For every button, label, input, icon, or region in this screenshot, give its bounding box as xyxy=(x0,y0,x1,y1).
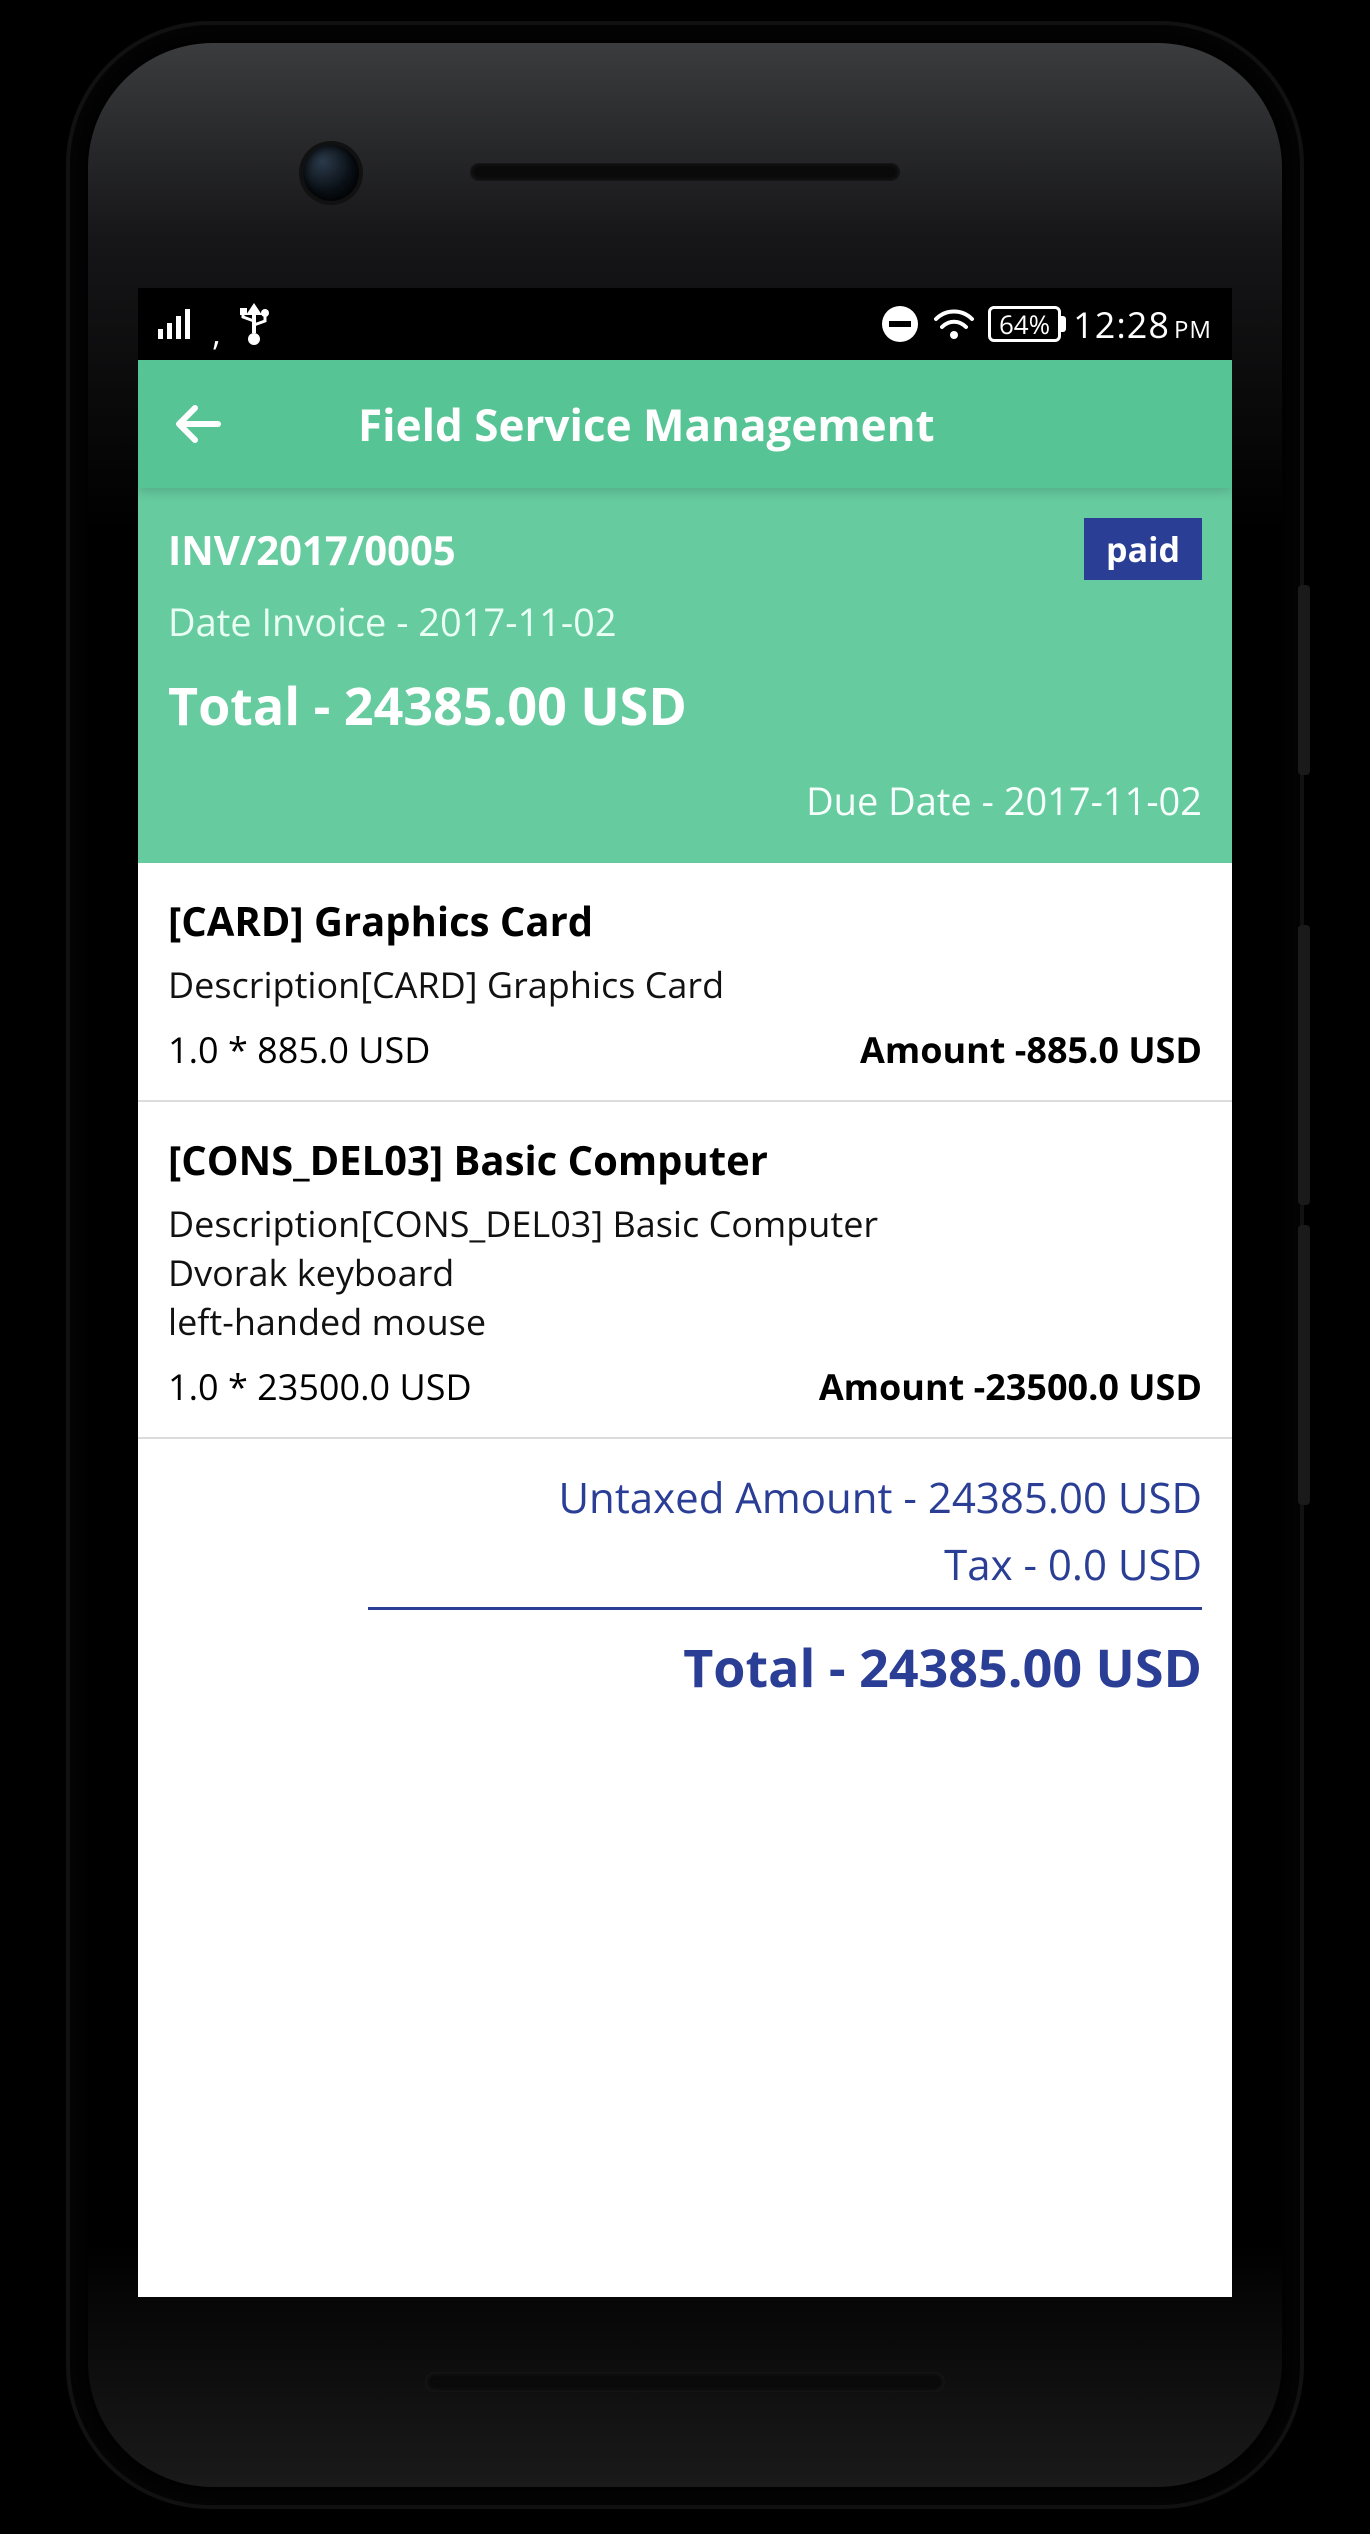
line-item: [CARD] Graphics Card Description[CARD] G… xyxy=(138,863,1232,1102)
item-description: Description[CARD] Graphics Card xyxy=(168,960,1202,1009)
bottom-speaker xyxy=(425,2372,945,2392)
volume-up-button xyxy=(1298,925,1310,1205)
battery-percent: 64% xyxy=(999,311,1050,337)
untaxed-amount: Untaxed Amount - 24385.00 USD xyxy=(168,1469,1202,1526)
clock-ampm: PM xyxy=(1174,313,1212,346)
tax-amount: Tax - 0.0 USD xyxy=(168,1536,1202,1593)
app-bar: Field Service Management xyxy=(138,360,1232,488)
invoice-date: Date Invoice - 2017-11-02 xyxy=(168,596,1202,648)
volume-down-button xyxy=(1298,1225,1310,1505)
clock-time: 12:28 xyxy=(1073,300,1170,349)
power-button xyxy=(1298,585,1310,775)
clock: 12:28PM xyxy=(1073,300,1212,349)
screen: , 64% 12:28PM xyxy=(138,288,1232,2297)
invoice-due-date: Due Date - 2017-11-02 xyxy=(168,775,1202,827)
earpiece-speaker xyxy=(470,163,900,181)
totals-divider xyxy=(368,1607,1202,1610)
item-amount: Amount -23500.0 USD xyxy=(819,1362,1202,1411)
status-badge: paid xyxy=(1084,518,1202,580)
item-name: [CARD] Graphics Card xyxy=(168,893,1202,948)
item-name: [CONS_DEL03] Basic Computer xyxy=(168,1132,1202,1187)
do-not-disturb-icon xyxy=(880,304,920,344)
battery-indicator: 64% xyxy=(988,306,1061,342)
invoice-number: INV/2017/0005 xyxy=(168,522,456,577)
signal-icon xyxy=(158,309,194,339)
item-amount: Amount -885.0 USD xyxy=(860,1025,1202,1074)
front-camera xyxy=(303,145,359,201)
wifi-icon xyxy=(932,307,976,341)
app-title: Field Service Management xyxy=(358,394,935,454)
back-button[interactable] xyxy=(168,394,228,454)
invoice-summary: INV/2017/0005 paid Date Invoice - 2017-1… xyxy=(138,488,1232,863)
phone-bezel: , 64% 12:28PM xyxy=(88,43,1282,2487)
line-items: [CARD] Graphics Card Description[CARD] G… xyxy=(138,863,1232,1439)
invoice-total: Total - 24385.00 USD xyxy=(168,670,1202,741)
item-qty-price: 1.0 * 23500.0 USD xyxy=(168,1362,472,1411)
phone-frame: , 64% 12:28PM xyxy=(70,25,1300,2505)
arrow-left-icon xyxy=(173,399,223,449)
status-bar: , 64% 12:28PM xyxy=(138,288,1232,360)
totals-block: Untaxed Amount - 24385.00 USD Tax - 0.0 … xyxy=(138,1439,1232,1733)
line-item: [CONS_DEL03] Basic Computer Description[… xyxy=(138,1102,1232,1439)
grand-total: Total - 24385.00 USD xyxy=(168,1632,1202,1703)
usb-icon xyxy=(239,303,269,345)
item-qty-price: 1.0 * 885.0 USD xyxy=(168,1025,430,1074)
item-description: Description[CONS_DEL03] Basic Computer D… xyxy=(168,1199,1202,1346)
